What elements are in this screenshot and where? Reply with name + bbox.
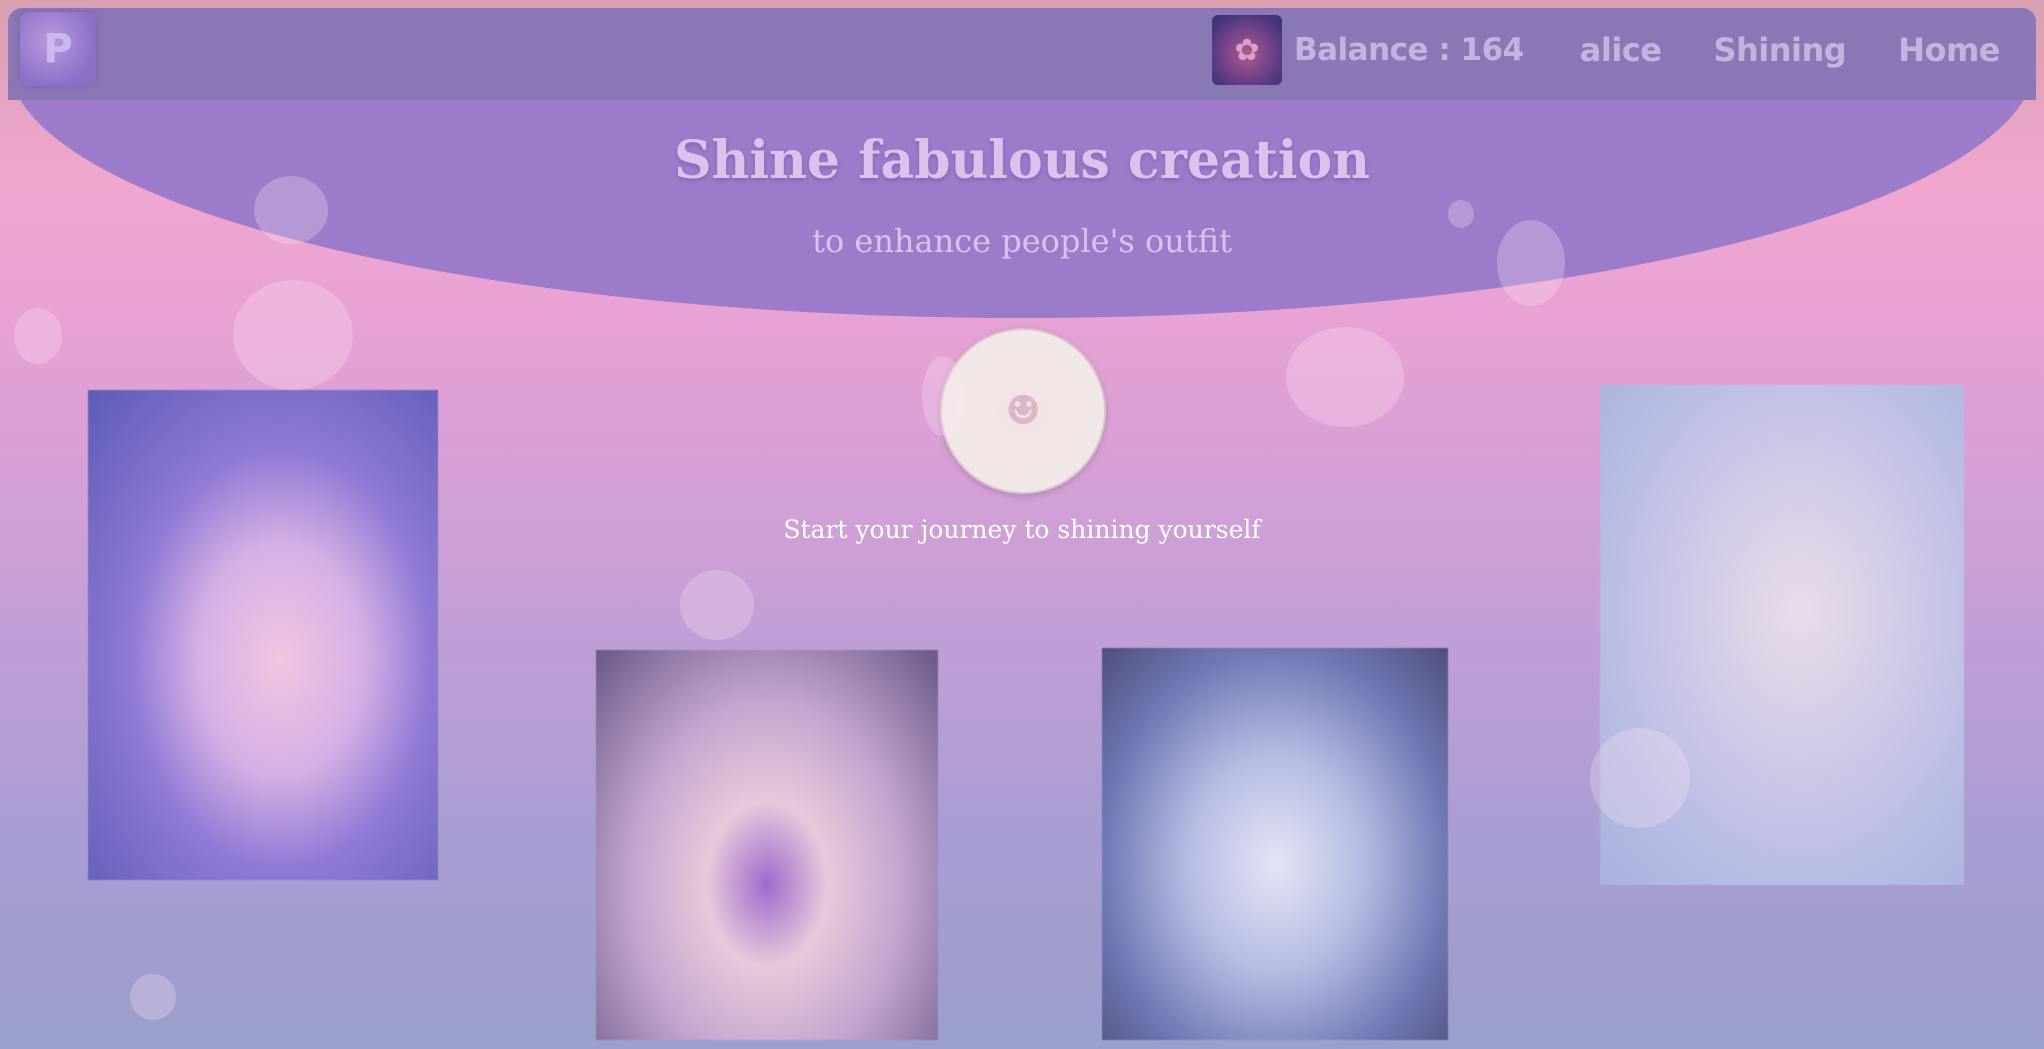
decorative-bubble <box>130 974 176 1020</box>
person-icon: ☻ <box>1005 388 1041 434</box>
start-journey-text: Start your journey to shining yourself <box>783 515 1261 544</box>
nav-bar: ✿ Balance : 164 alice Shining Home <box>1211 14 2026 86</box>
hero-title: Shine fabulous creation <box>673 130 1371 191</box>
decorative-bubble <box>680 570 754 640</box>
nav-link-shining[interactable]: Shining <box>1713 31 1846 69</box>
decorative-bubble <box>14 308 62 364</box>
user-avatar-icon[interactable]: ✿ <box>1211 15 1282 85</box>
start-journey-button[interactable]: ☻ <box>940 328 1106 494</box>
top-navbar: P ✿ Balance : 164 alice Shining Home <box>8 8 2036 100</box>
username-link[interactable]: alice <box>1580 31 1662 69</box>
site-logo[interactable]: P <box>20 12 96 86</box>
nav-link-home[interactable]: Home <box>1898 31 2000 69</box>
hero-subtitle: to enhance people's outfit <box>812 222 1232 260</box>
gallery-image-flower-crown[interactable] <box>1102 648 1448 1040</box>
balance-label: Balance : 164 <box>1293 32 1524 68</box>
decorative-bubble <box>1286 327 1404 427</box>
decorative-bubble <box>233 280 353 390</box>
gallery-image-butterfly[interactable] <box>596 650 938 1040</box>
gallery-image-falling-boy[interactable] <box>1600 385 1964 885</box>
gallery-image-galaxy-dress[interactable] <box>88 390 438 880</box>
